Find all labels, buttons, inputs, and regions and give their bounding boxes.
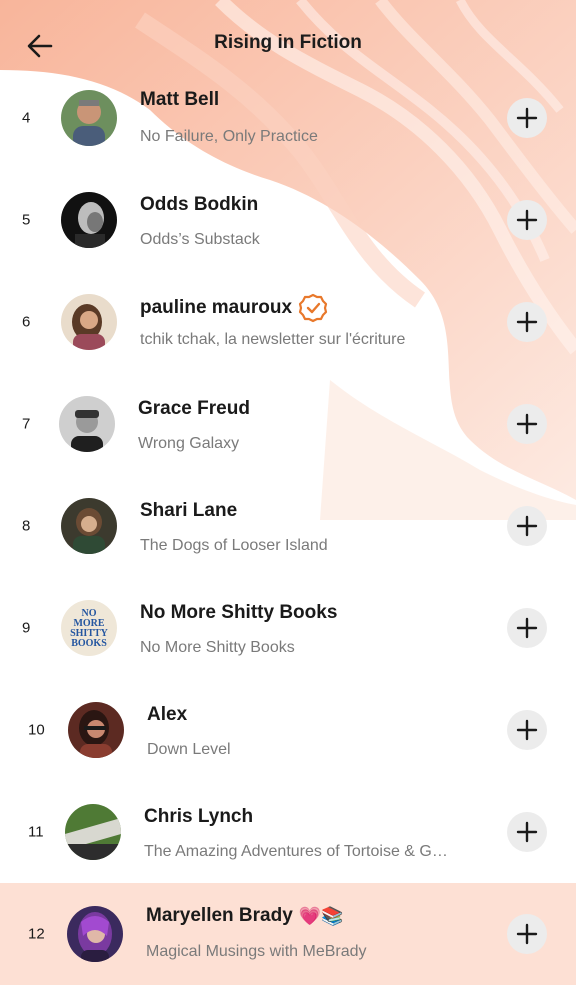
follow-button[interactable] <box>507 812 547 852</box>
follow-button[interactable] <box>507 608 547 648</box>
follow-button[interactable] <box>507 914 547 954</box>
rank-number: 12 <box>28 925 45 943</box>
follow-button[interactable] <box>507 506 547 546</box>
author-name[interactable]: Matt Bell <box>140 89 219 111</box>
publication-name[interactable]: Magical Musings with MeBrady <box>146 943 367 961</box>
rank-number: 6 <box>22 313 31 331</box>
list-item[interactable]: 11 Chris Lynch The Amazing Adventures of… <box>0 781 576 883</box>
plus-icon <box>516 923 538 945</box>
avatar[interactable] <box>68 702 124 758</box>
top-bar: Rising in Fiction <box>0 0 576 90</box>
rank-number: 11 <box>28 823 44 841</box>
rank-number: 8 <box>22 517 31 535</box>
rank-number: 7 <box>22 415 31 433</box>
plus-icon <box>516 107 538 129</box>
plus-icon <box>516 413 538 435</box>
rank-number: 10 <box>28 721 45 739</box>
publication-name[interactable]: No Failure, Only Practice <box>140 128 318 146</box>
rank-number: 4 <box>22 109 31 127</box>
avatar[interactable] <box>67 906 123 962</box>
avatar[interactable]: NO MORE SHITTY BOOKS <box>61 600 117 656</box>
author-name[interactable]: Alex <box>147 704 187 726</box>
list-item[interactable]: 9 NO MORE SHITTY BOOKS No More Shitty Bo… <box>0 577 576 679</box>
avatar[interactable] <box>61 192 117 248</box>
publication-name[interactable]: Wrong Galaxy <box>138 435 239 453</box>
avatar[interactable] <box>59 396 115 452</box>
page-title: Rising in Fiction <box>214 32 362 53</box>
publication-name[interactable]: No More Shitty Books <box>140 639 295 657</box>
publication-name[interactable]: Odds’s Substack <box>140 231 260 249</box>
plus-icon <box>516 209 538 231</box>
list-item[interactable]: 7 Grace Freud Wrong Galaxy <box>0 373 576 475</box>
plus-icon <box>516 311 538 333</box>
rising-list: 4 Matt Bell No Failure, Only Practice 5 … <box>0 0 576 1000</box>
author-name[interactable]: Chris Lynch <box>144 806 253 828</box>
publication-name[interactable]: The Dogs of Looser Island <box>140 537 328 555</box>
rank-number: 9 <box>22 619 31 637</box>
author-name[interactable]: Grace Freud <box>138 398 250 420</box>
plus-icon <box>516 821 538 843</box>
verified-badge-icon <box>298 293 328 323</box>
publication-name[interactable]: Down Level <box>147 741 231 759</box>
follow-button[interactable] <box>507 98 547 138</box>
author-name[interactable]: pauline mauroux <box>140 293 328 323</box>
plus-icon <box>516 617 538 639</box>
follow-button[interactable] <box>507 302 547 342</box>
list-item[interactable]: 6 pauline mauroux tchik tchak, la newsle… <box>0 271 576 373</box>
plus-icon <box>516 515 538 537</box>
avatar[interactable] <box>61 498 117 554</box>
heart-books-emoji-icon: 💗📚 <box>298 905 344 926</box>
avatar-logo-text: BOOKS <box>71 638 107 649</box>
list-item[interactable]: 8 Shari Lane The Dogs of Looser Island <box>0 475 576 577</box>
follow-button[interactable] <box>507 710 547 750</box>
author-name[interactable]: No More Shitty Books <box>140 602 337 624</box>
follow-button[interactable] <box>507 200 547 240</box>
rank-number: 5 <box>22 211 31 229</box>
author-name[interactable]: Shari Lane <box>140 500 237 522</box>
list-item[interactable]: 5 Odds Bodkin Odds’s Substack <box>0 169 576 271</box>
author-name[interactable]: Odds Bodkin <box>140 194 258 216</box>
avatar[interactable] <box>61 90 117 146</box>
list-item-highlighted[interactable]: 12 Maryellen Brady 💗📚 Magical Musings wi… <box>0 883 576 985</box>
author-name[interactable]: Maryellen Brady 💗📚 <box>146 905 344 927</box>
plus-icon <box>516 719 538 741</box>
avatar[interactable] <box>65 804 121 860</box>
publication-name[interactable]: The Amazing Adventures of Tortoise & G… <box>144 843 448 861</box>
list-item[interactable]: 10 Alex Down Level <box>0 679 576 781</box>
avatar[interactable] <box>61 294 117 350</box>
publication-name[interactable]: tchik tchak, la newsletter sur l'écritur… <box>140 331 405 349</box>
follow-button[interactable] <box>507 404 547 444</box>
